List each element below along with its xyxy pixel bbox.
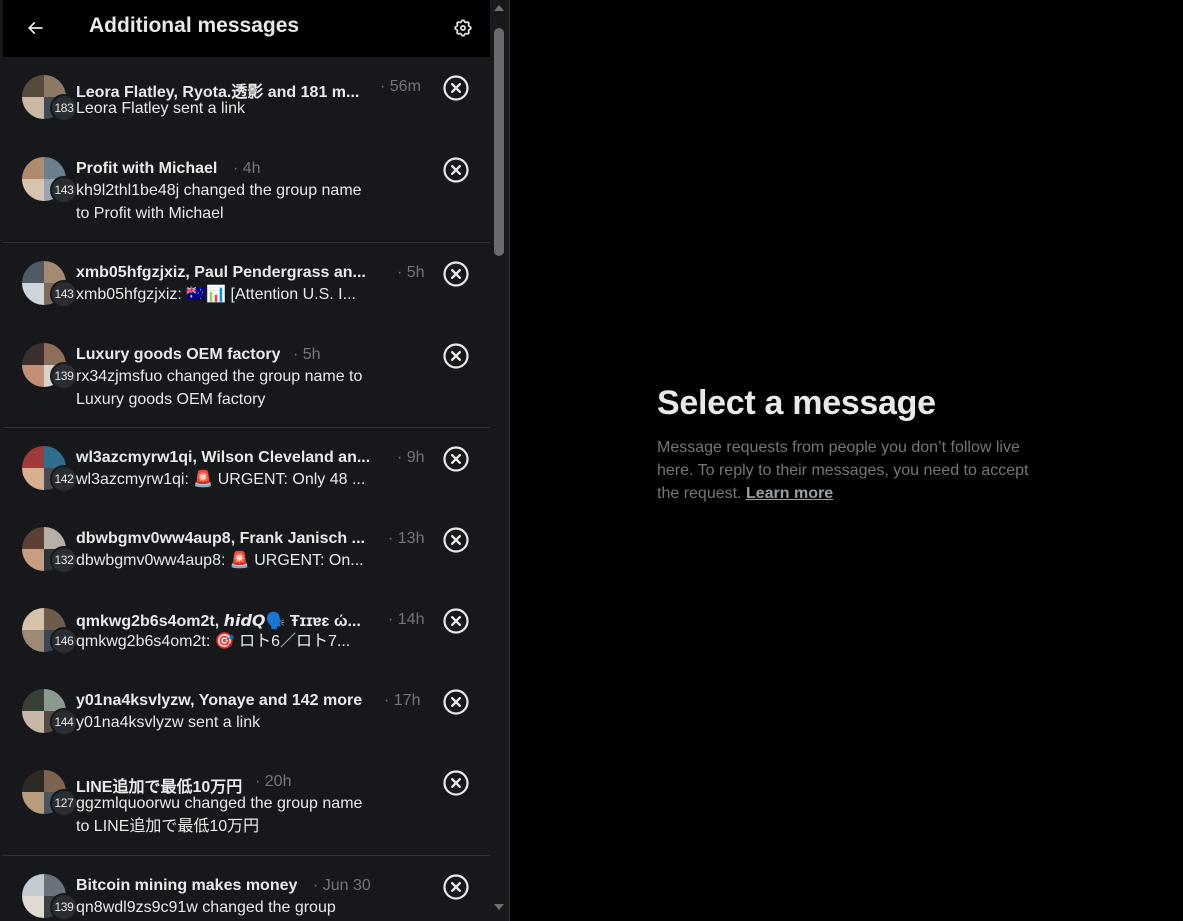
conversation-preview: kh9l2thl1be48j changed the group name to… [76,182,362,222]
conversation-item[interactable]: 139 Luxury goods OEM factory · 5h rx34zj… [3,325,490,428]
conversation-item[interactable]: 127 LINE追加で最低10万円 · 20h ggzmlquoorwu cha… [3,752,490,856]
page-title: Additional messages [89,14,300,37]
conversation-time: · 13h [388,530,425,547]
conversation-time: · Jun 30 [313,877,371,894]
member-count-badge: 139 [50,362,78,390]
conversation-title: wl3azcmyrw1qi, Wilson Cleveland an... [76,449,371,466]
empty-state-text: Message requests from people you don’t f… [657,436,1047,505]
conversation-item[interactable]: 139 Bitcoin mining makes money · Jun 30 … [3,856,490,921]
dismiss-button[interactable] [442,445,470,473]
conversation-item[interactable]: 144 y01na4ksvlyzw, Yonaye and 142 more ·… [3,671,490,752]
conversation-list-panel: Additional messages 183 Leora Flatley, R… [0,0,510,921]
conversation-title: Bitcoin mining makes money [76,877,298,894]
member-count-badge: 144 [50,708,78,736]
learn-more-link[interactable]: Learn more [746,485,833,502]
conversation-item[interactable]: 142 wl3azcmyrw1qi, Wilson Cleveland an..… [3,428,490,509]
message-detail-panel: Select a message Message requests from p… [511,0,1183,921]
conversation-title: y01na4ksvlyzw, Yonaye and 142 more [76,692,363,709]
close-circle-icon [443,343,469,369]
scroll-down-arrow-icon[interactable] [494,904,504,910]
member-count-badge: 143 [50,280,78,308]
conversation-title: Profit with Michael [76,160,218,177]
conversation-list: 183 Leora Flatley, Ryota.透影 and 181 m...… [3,57,490,921]
conversation-title: Luxury goods OEM factory [76,346,281,363]
conversation-preview: wl3azcmyrw1qi: 🚨 URGENT: Only 48 ... [76,471,366,488]
dismiss-button[interactable] [442,342,470,370]
conversation-preview: qmkwg2b6s4om2t: 🎯 ロト6／ロト7... [76,633,351,650]
gear-icon [454,19,472,37]
scrollbar[interactable] [490,0,509,921]
close-circle-icon [443,446,469,472]
dismiss-button[interactable] [442,74,470,102]
conversation-time: · 4h [233,160,261,177]
arrow-left-icon [27,21,43,35]
conversation-time: · 5h [397,264,425,281]
conversation-title: dbwbgmv0ww4aup8, Frank Janisch ... [76,530,365,547]
dismiss-button[interactable] [442,688,470,716]
conversation-title: qmkwg2b6s4om2t, 𝙝𝙞𝙙𝙌🗣️ Ŧɪɪɐɛ ώ... [76,613,361,630]
conversation-time: · 56m [380,78,421,95]
conversation-time: · 17h [384,692,421,709]
conversation-title: xmb05hfgzjxiz, Paul Pendergrass an... [76,264,366,281]
panel-header: Additional messages [3,0,490,57]
close-circle-icon [443,689,469,715]
dismiss-button[interactable] [442,607,470,635]
settings-button[interactable] [443,8,483,48]
conversation-preview: Leora Flatley sent a link [76,100,245,117]
member-count-badge: 139 [50,893,78,921]
scroll-up-arrow-icon[interactable] [494,5,504,11]
member-count-badge: 146 [50,627,78,655]
conversation-item[interactable]: 143 Profit with Michael · 4h kh9l2thl1be… [3,139,490,243]
member-count-badge: 127 [50,789,78,817]
conversation-preview: dbwbgmv0ww4aup8: 🚨 URGENT: On... [76,552,364,569]
close-circle-icon [443,608,469,634]
conversation-preview: qn8wdl9zs9c91w changed the group [76,899,336,916]
close-circle-icon [443,75,469,101]
conversation-time: · 9h [397,449,425,466]
dismiss-button[interactable] [442,260,470,288]
conversation-time: · 14h [388,611,425,628]
close-circle-icon [443,527,469,553]
empty-state-title: Select a message [657,384,936,422]
member-count-badge: 142 [50,465,78,493]
conversation-preview: xmb05hfgzjxiz: 🇦🇺📊 [Attention U.S. I... [76,286,356,303]
dismiss-button[interactable] [442,769,470,797]
empty-state-body: Message requests from people you don’t f… [657,439,1029,502]
scrollbar-thumb[interactable] [494,28,504,256]
dismiss-button[interactable] [442,873,470,901]
close-circle-icon [443,261,469,287]
dismiss-button[interactable] [442,526,470,554]
conversation-time: · 20h [255,773,292,790]
dismiss-button[interactable] [442,156,470,184]
close-circle-icon [443,770,469,796]
conversation-preview: ggzmlquoorwu changed the group name to L… [76,795,363,835]
back-button[interactable] [15,8,55,48]
member-count-badge: 143 [50,176,78,204]
conversation-item[interactable]: 146 qmkwg2b6s4om2t, 𝙝𝙞𝙙𝙌🗣️ Ŧɪɪɐɛ ώ... · … [3,590,490,671]
conversation-preview: rx34zjmsfuo changed the group name to Lu… [76,368,363,408]
conversation-time: · 5h [293,346,321,363]
member-count-badge: 132 [50,546,78,574]
conversation-item[interactable]: 183 Leora Flatley, Ryota.透影 and 181 m...… [3,57,490,139]
member-count-badge: 183 [50,94,78,122]
conversation-preview: y01na4ksvlyzw sent a link [76,714,261,731]
conversation-item[interactable]: 143 xmb05hfgzjxiz, Paul Pendergrass an..… [3,243,490,325]
conversation-item[interactable]: 132 dbwbgmv0ww4aup8, Frank Janisch ... ·… [3,509,490,590]
close-circle-icon [443,874,469,900]
close-circle-icon [443,157,469,183]
